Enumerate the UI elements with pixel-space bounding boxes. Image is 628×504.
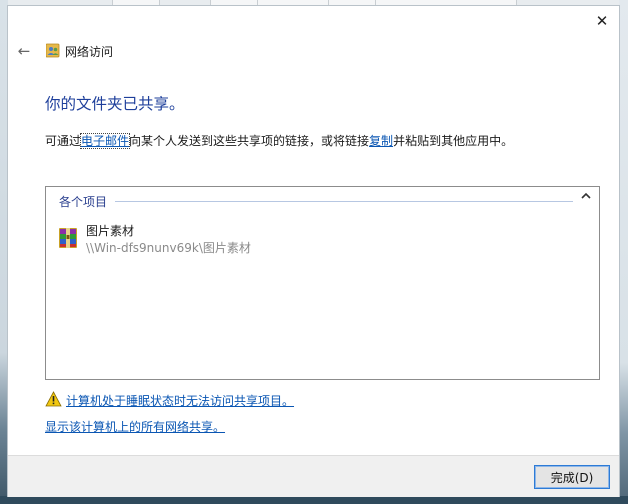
shared-items-list: 各个项目 图片素材 \\Win-dfs9nunv69k\图片素材 [45,186,600,380]
show-all-shares-link[interactable]: 显示该计算机上的所有网络共享。 [45,418,225,435]
window-title: 网络访问 [65,45,114,59]
items-group-header: 各个项目 [59,195,108,209]
done-button[interactable]: 完成(D) [534,465,610,489]
collapse-chevron-icon[interactable] [581,192,591,203]
warning-icon [45,391,62,407]
winrar-archive-icon [59,228,77,248]
email-link[interactable]: 电子邮件 [80,133,131,149]
network-access-dialog: ✕ ← 网络访问 你的文件夹已共享。 可通过电子邮件向某个人发送到这些共享项的链… [8,6,619,497]
desktop-background-bottom [0,496,628,504]
close-icon: ✕ [595,12,609,30]
desktop-background-right [619,0,628,504]
button-bar: 完成(D) [8,455,619,497]
list-item[interactable]: 图片素材 \\Win-dfs9nunv69k\图片素材 [56,222,316,258]
group-divider [115,201,573,202]
copy-link[interactable]: 复制 [369,134,393,148]
shared-item-name: 图片素材 [86,224,135,238]
network-share-icon [46,43,60,58]
back-arrow-icon: ← [17,42,31,60]
page-heading: 你的文件夹已共享。 [45,95,185,113]
desc-suffix: 并粘贴到其他应用中。 [393,134,514,148]
desc-middle: 向某个人发送到这些共享项的链接，或将链接 [129,134,370,148]
share-description: 可通过电子邮件向某个人发送到这些共享项的链接，或将链接复制并粘贴到其他应用中。 [45,132,513,149]
shared-item-path: \\Win-dfs9nunv69k\图片素材 [86,241,251,255]
desc-prefix: 可通过 [45,134,82,148]
close-button[interactable]: ✕ [591,10,613,32]
back-button[interactable]: ← [14,42,34,60]
sleep-warning-link[interactable]: 计算机处于睡眠状态时无法访问共享项目。 [66,392,294,409]
desktop-background-left [0,0,8,504]
